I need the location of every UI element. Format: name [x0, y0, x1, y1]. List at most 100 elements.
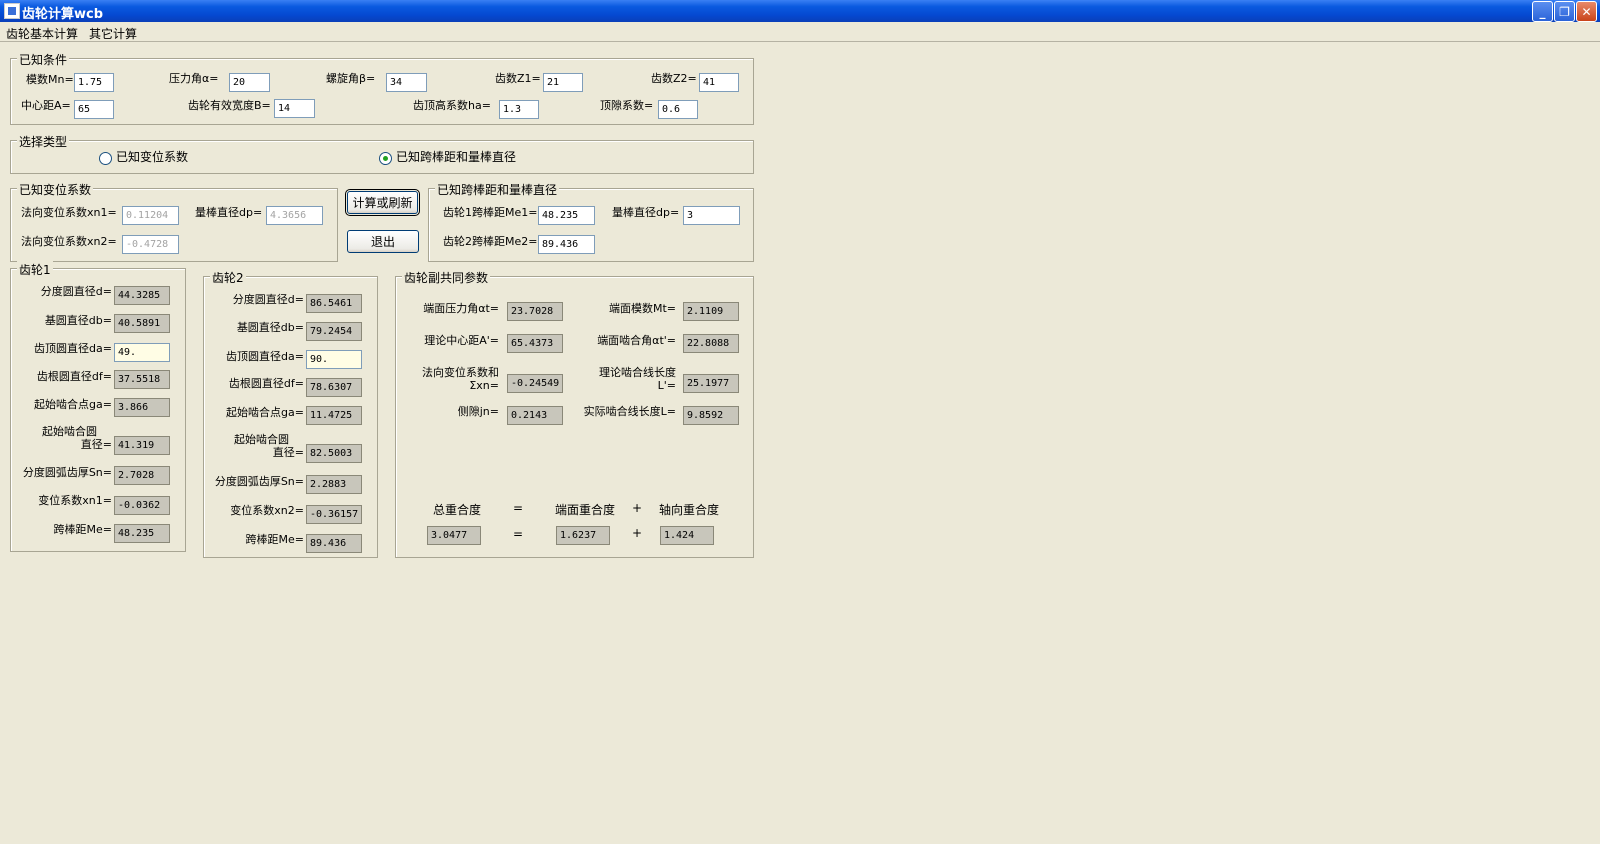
gear2-span-label: 跨棒距Me= — [245, 533, 304, 546]
span-dp-input[interactable]: 3 — [683, 206, 740, 225]
xn1-label: 法向变位系数xn1= — [21, 206, 117, 219]
addendum-coef-input[interactable]: 1.3 — [499, 100, 539, 119]
gear1-tooth-thickness-value: 2.7028 — [114, 466, 170, 485]
gear1-span-label: 跨棒距Me= — [53, 523, 112, 536]
frame-title: 已知条件 — [17, 51, 70, 68]
transverse-pressure-angle-label: 端面压力角αt= — [423, 302, 499, 315]
frame-title: 齿轮2 — [210, 269, 246, 286]
teeth-z1-input[interactable]: 21 — [543, 73, 583, 92]
teeth-z1-label: 齿数Z1= — [495, 72, 541, 85]
transverse-contact-ratio-label: 端面重合度 — [555, 503, 616, 517]
gear2-start-circle-value: 82.5003 — [306, 444, 362, 463]
gear1-tip-dia-label: 齿顶圆直径da= — [34, 342, 112, 355]
gear2-span-value: 89.436 — [306, 534, 362, 553]
actual-line-value: 9.8592 — [683, 406, 739, 425]
gear1-tip-dia-value[interactable]: 49. — [114, 343, 170, 362]
xn2-input[interactable]: -0.4728 — [122, 235, 179, 254]
gear1-start-circle-label2: 直径= — [80, 438, 112, 451]
equals-sign: = — [513, 527, 524, 541]
title-bar[interactable] — [0, 0, 1600, 22]
known-conditions-frame: 已知条件 — [10, 51, 754, 125]
calc-refresh-button[interactable]: 计算或刷新 — [345, 189, 420, 216]
xn2-label: 法向变位系数xn2= — [21, 235, 117, 248]
backlash-value: 0.2143 — [507, 406, 563, 425]
equals-sign: = — [513, 501, 524, 515]
gear1-pitch-dia-label: 分度圆直径d= — [40, 285, 112, 298]
radio-known-shift-label[interactable]: 已知变位系数 — [116, 151, 188, 164]
gear1-span-value: 48.235 — [114, 524, 170, 543]
addendum-coef-label: 齿顶高系数ha= — [413, 99, 491, 112]
teeth-z2-input[interactable]: 41 — [699, 73, 739, 92]
gear1-root-dia-label: 齿根圆直径df= — [36, 370, 112, 383]
gear1-root-dia-value: 37.5518 — [114, 370, 170, 389]
frame-title: 选择类型 — [17, 133, 70, 150]
center-distance-input[interactable]: 65 — [74, 100, 114, 119]
frame-title: 齿轮1 — [17, 261, 53, 278]
transverse-module-value: 2.1109 — [683, 302, 739, 321]
gear1-shift-coef-label: 变位系数xn1= — [38, 494, 112, 507]
center-distance-label: 中心距A= — [21, 99, 71, 112]
face-width-input[interactable]: 14 — [274, 99, 315, 118]
axial-contact-ratio-value: 1.424 — [660, 526, 714, 545]
frame-title: 齿轮副共同参数 — [402, 269, 491, 286]
gear2-pitch-dia-value: 86.5461 — [306, 294, 362, 313]
shift-sum-label2: Σxn= — [469, 379, 499, 392]
gear2-tip-dia-label: 齿顶圆直径da= — [226, 350, 304, 363]
pressure-angle-label: 压力角α= — [169, 72, 219, 85]
exit-button[interactable]: 退出 — [347, 230, 419, 253]
gear1-shift-coef-value: -0.0362 — [114, 496, 170, 515]
minimize-button[interactable]: _ — [1532, 1, 1553, 22]
radio-known-span-label[interactable]: 已知跨棒距和量棒直径 — [396, 151, 516, 164]
menu-bar — [0, 22, 1600, 42]
me2-input[interactable]: 89.436 — [538, 235, 595, 254]
plus-sign: + — [632, 501, 643, 515]
radio-known-shift[interactable] — [99, 152, 112, 165]
gear2-shift-coef-label: 变位系数xn2= — [230, 504, 304, 517]
gear1-base-dia-label: 基圆直径db= — [44, 314, 112, 327]
me1-input[interactable]: 48.235 — [538, 206, 595, 225]
xn1-input[interactable]: 0.11204 — [122, 206, 179, 225]
span-dp-label: 量棒直径dp= — [612, 206, 680, 219]
gear2-start-point-value: 11.4725 — [306, 406, 362, 425]
gear2-tooth-thickness-label: 分度圆弧齿厚Sn= — [214, 475, 304, 488]
gear2-start-circle-label2: 直径= — [272, 446, 304, 459]
app-icon[interactable] — [4, 3, 20, 19]
axial-contact-ratio-label: 轴向重合度 — [659, 503, 720, 517]
shift-dp-input[interactable]: 4.3656 — [266, 206, 323, 225]
gear2-tip-dia-value[interactable]: 90. — [306, 350, 362, 369]
gear1-start-circle-value: 41.319 — [114, 436, 170, 455]
gear2-base-dia-value: 79.2454 — [306, 322, 362, 341]
frame-title: 已知跨棒距和量棒直径 — [435, 181, 560, 198]
theoretical-line-value: 25.1977 — [683, 374, 739, 393]
theoretical-center-value: 65.4373 — [507, 334, 563, 353]
module-label: 模数Mn= — [26, 73, 74, 86]
gear2-tooth-thickness-value: 2.2883 — [306, 475, 362, 494]
module-input[interactable]: 1.75 — [74, 73, 114, 92]
gear1-base-dia-value: 40.5891 — [114, 314, 170, 333]
actual-line-label: 实际啮合线长度L= — [583, 405, 676, 418]
helix-angle-label: 螺旋角β= — [326, 72, 376, 85]
clearance-coef-input[interactable]: 0.6 — [658, 100, 698, 119]
close-button[interactable]: ✕ — [1576, 1, 1597, 22]
menu-other-calc[interactable]: 其它计算 — [89, 25, 137, 42]
total-contact-ratio-label: 总重合度 — [433, 503, 482, 517]
maximize-button[interactable]: ❐ — [1554, 1, 1575, 22]
gear2-pitch-dia-label: 分度圆直径d= — [232, 293, 304, 306]
me2-label: 齿轮2跨棒距Me2= — [443, 235, 538, 248]
total-contact-ratio-value: 3.0477 — [427, 526, 481, 545]
face-width-label: 齿轮有效宽度B= — [188, 99, 271, 112]
pressure-angle-input[interactable]: 20 — [229, 73, 270, 92]
radio-known-span[interactable] — [379, 152, 392, 165]
plus-sign: + — [632, 526, 643, 540]
working-angle-value: 22.8088 — [683, 334, 739, 353]
gear2-start-point-label: 起始啮合点ga= — [226, 406, 304, 419]
clearance-coef-label: 顶隙系数= — [600, 99, 654, 112]
helix-angle-input[interactable]: 34 — [386, 73, 427, 92]
menu-gear-basic[interactable]: 齿轮基本计算 — [6, 25, 78, 42]
theoretical-line-label: 理论啮合线长度 — [599, 366, 676, 379]
gear2-start-circle-label: 起始啮合圆 — [234, 433, 289, 446]
shift-sum-label: 法向变位系数和 — [422, 366, 499, 379]
theoretical-line-label2: L'= — [657, 379, 676, 392]
backlash-label: 侧隙jn= — [457, 405, 499, 418]
teeth-z2-label: 齿数Z2= — [651, 72, 697, 85]
